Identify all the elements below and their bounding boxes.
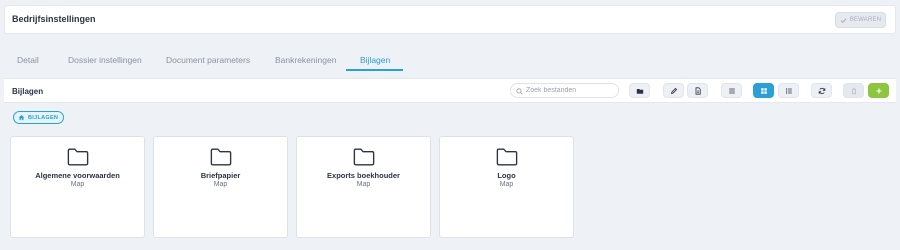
edit-icon xyxy=(670,87,677,94)
section-title: Bijlagen xyxy=(12,87,44,96)
grid-view-icon xyxy=(760,87,767,94)
save-button-label: Bewaren xyxy=(849,17,882,23)
attachments-toolbar: Bijlagen xyxy=(4,78,896,103)
edit-button[interactable] xyxy=(663,83,684,98)
list-lines-icon xyxy=(728,88,735,93)
search-icon xyxy=(516,87,523,95)
folder-name: Logo xyxy=(497,171,516,180)
add-button[interactable] xyxy=(868,83,889,98)
folder-card[interactable]: Algemene voorwaarden Map xyxy=(10,136,145,238)
folder-card[interactable]: Logo Map xyxy=(439,136,574,238)
check-icon xyxy=(840,17,847,23)
document-icon xyxy=(695,86,701,95)
plus-icon xyxy=(875,87,882,94)
tab-document-parameters[interactable]: Document parameters xyxy=(166,49,250,71)
page-title: Bedrijfsinstellingen xyxy=(12,14,96,24)
tab-dossier-instellingen[interactable]: Dossier instellingen xyxy=(68,49,142,71)
refresh-button[interactable] xyxy=(811,83,832,98)
list-view-button[interactable] xyxy=(778,83,799,98)
breadcrumb[interactable]: BIJLAGEN xyxy=(13,111,65,124)
trash-icon xyxy=(851,87,856,94)
folder-icon xyxy=(496,148,518,166)
refresh-icon xyxy=(818,87,825,94)
new-folder-button[interactable] xyxy=(629,83,650,98)
save-button[interactable]: Bewaren xyxy=(835,12,886,28)
folder-name: Algemene voorwaarden xyxy=(35,171,120,180)
page-header: Bedrijfsinstellingen Bewaren xyxy=(4,5,896,34)
list-view-icon xyxy=(785,87,792,94)
search-box[interactable] xyxy=(510,83,619,98)
grid-view-button[interactable] xyxy=(753,83,774,98)
folder-card[interactable]: Briefpapier Map xyxy=(153,136,288,238)
folder-icon xyxy=(353,148,375,166)
folder-type: Map xyxy=(356,181,371,188)
tab-bijlagen[interactable]: Bijlagen xyxy=(360,49,390,71)
search-input[interactable] xyxy=(526,85,616,96)
document-button[interactable] xyxy=(687,83,708,98)
breadcrumb-label: BIJLAGEN xyxy=(28,114,59,121)
active-tab-indicator xyxy=(346,69,403,71)
list-lines-button[interactable] xyxy=(721,83,742,98)
folder-icon xyxy=(67,148,89,166)
folder-type: Map xyxy=(499,181,514,188)
folder-name: Briefpapier xyxy=(200,171,241,180)
tab-detail[interactable]: Detail xyxy=(17,49,39,71)
folder-icon xyxy=(636,88,643,94)
folder-icon xyxy=(210,148,232,166)
folder-type: Map xyxy=(213,181,228,188)
delete-button[interactable] xyxy=(843,83,864,98)
folder-card[interactable]: Exports boekhouder Map xyxy=(296,136,431,238)
folder-type: Map xyxy=(70,181,85,188)
home-icon xyxy=(18,115,25,121)
tab-bankrekeningen[interactable]: Bankrekeningen xyxy=(275,49,336,71)
folder-name: Exports boekhouder xyxy=(327,171,400,180)
